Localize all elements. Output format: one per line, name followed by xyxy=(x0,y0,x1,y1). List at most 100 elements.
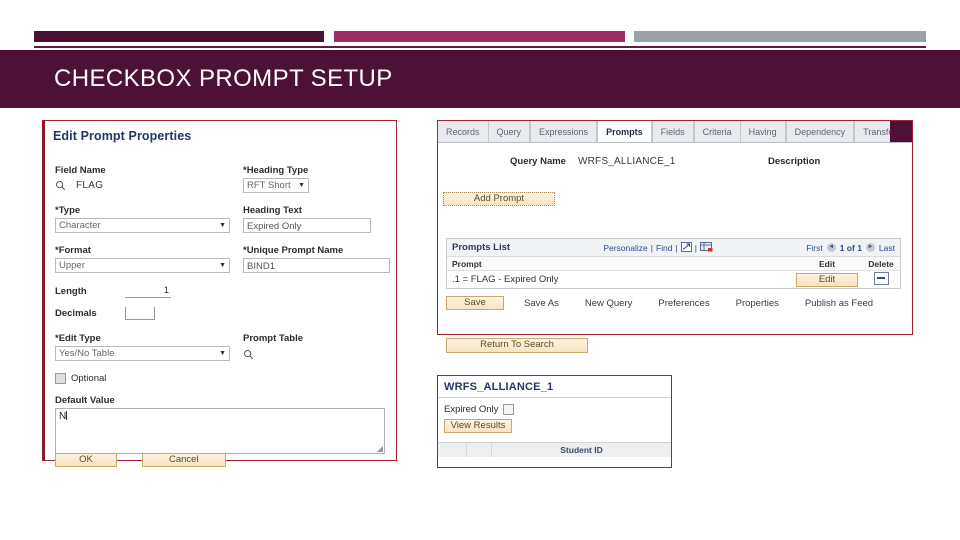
view-results-button[interactable]: View Results xyxy=(444,419,512,433)
edit-prompt-properties-header: Edit Prompt Properties xyxy=(53,129,192,143)
text-caret xyxy=(66,411,68,420)
table-row: .1 = FLAG - Expired Only Edit xyxy=(447,271,900,288)
slide: CHECKBOX PROMPT SETUP Edit Prompt Proper… xyxy=(0,0,960,540)
preferences-link[interactable]: Preferences xyxy=(658,298,709,309)
separator: | xyxy=(675,242,678,253)
results-col-student-id: Student ID xyxy=(492,443,671,457)
return-to-search-button[interactable]: Return To Search xyxy=(446,338,588,353)
length-label: Length xyxy=(55,286,87,297)
optional-label: Optional xyxy=(71,373,107,384)
tab-label: Transform xyxy=(863,126,904,137)
find-link[interactable]: Find xyxy=(656,243,673,253)
prompts-list-title: Prompts List xyxy=(452,242,511,253)
heading-text-group: Heading Text Expired Only xyxy=(243,205,401,233)
format-group: *Format Upper ▼ xyxy=(55,245,230,273)
prompts-list-toolbar: Personalize | Find | | xyxy=(603,241,713,254)
magnifier-icon[interactable] xyxy=(55,180,66,191)
description-label: Description xyxy=(768,156,821,167)
separator: | xyxy=(694,242,697,253)
column-header-prompt: Prompt xyxy=(452,258,482,269)
previous-arrow-icon[interactable]: ◄ xyxy=(826,243,836,252)
accent-rule xyxy=(34,46,926,48)
last-link[interactable]: Last xyxy=(879,243,895,253)
cancel-button[interactable]: Cancel xyxy=(141,453,226,467)
tab-label: Expressions xyxy=(539,126,589,137)
save-as-link[interactable]: Save As xyxy=(524,298,559,309)
title-band: CHECKBOX PROMPT SETUP xyxy=(0,50,960,108)
heading-type-select[interactable]: RFT Short ▼ xyxy=(243,178,309,193)
column-header-edit: Edit xyxy=(818,258,836,269)
tab-dependency[interactable]: Dependency xyxy=(787,121,856,142)
prompt-cell: .1 = FLAG - Expired Only xyxy=(452,274,559,285)
query-name-value: WRFS_ALLIANCE_1 xyxy=(578,156,676,167)
personalize-link[interactable]: Personalize xyxy=(603,243,647,253)
download-spreadsheet-icon[interactable] xyxy=(699,241,713,254)
default-value-textarea[interactable]: N ◢ xyxy=(55,408,385,454)
tab-label: Fields xyxy=(660,126,685,137)
chevron-down-icon: ▼ xyxy=(298,182,305,189)
tab-label: Criteria xyxy=(702,126,732,137)
query-name-label: Query Name xyxy=(510,156,566,167)
page-indicator: 1 of 1 xyxy=(839,242,862,253)
tab-expressions[interactable]: Expressions xyxy=(531,121,599,142)
accent-bar-gray xyxy=(634,31,926,42)
query-name-row: Query Name WRFS_ALLIANCE_1 Description xyxy=(438,156,912,174)
runtime-checkbox-row: Expired Only xyxy=(438,398,671,415)
tab-label: Dependency xyxy=(794,126,846,137)
first-link[interactable]: First xyxy=(806,243,823,253)
type-value: Character xyxy=(59,220,101,231)
tab-fields[interactable]: Fields xyxy=(653,121,695,142)
tab-transform[interactable]: Transform xyxy=(855,121,912,142)
tab-label: Query xyxy=(496,126,522,137)
format-select[interactable]: Upper ▼ xyxy=(55,258,230,273)
default-value-group: Default Value N ◢ xyxy=(55,395,385,454)
page-title: CHECKBOX PROMPT SETUP xyxy=(54,65,393,92)
tab-criteria[interactable]: Criteria xyxy=(695,121,741,142)
unique-prompt-name-input[interactable]: BIND1 xyxy=(243,258,390,273)
prompts-list-columns: Prompt Edit Delete xyxy=(447,257,900,271)
runtime-prompt-panel: WRFS_ALLIANCE_1 Expired Only View Result… xyxy=(437,375,672,468)
view-all-icon[interactable] xyxy=(680,241,692,254)
decimals-label: Decimals xyxy=(55,308,97,319)
default-value-text: N xyxy=(59,411,67,422)
query-manager-panel: Records Query Expressions Prompts Fields… xyxy=(437,120,913,353)
resize-grip-icon[interactable]: ◢ xyxy=(377,445,383,453)
length-group: Length 1 xyxy=(55,285,230,298)
tab-query[interactable]: Query xyxy=(489,121,532,142)
tab-having[interactable]: Having xyxy=(741,121,787,142)
publish-as-feed-link[interactable]: Publish as Feed xyxy=(805,298,873,309)
edit-type-select[interactable]: Yes/No Table ▼ xyxy=(55,346,230,361)
decimals-input[interactable] xyxy=(125,307,155,320)
length-input[interactable]: 1 xyxy=(125,285,171,298)
default-value-label: Default Value xyxy=(55,395,115,406)
type-select[interactable]: Character ▼ xyxy=(55,218,230,233)
save-button[interactable]: Save xyxy=(446,296,504,310)
delete-minus-icon[interactable] xyxy=(873,271,889,285)
prompt-table-magnifier-icon[interactable] xyxy=(243,349,254,360)
dialog-buttons: OK Cancel xyxy=(55,453,385,467)
ok-button[interactable]: OK xyxy=(55,453,117,467)
heading-text-input[interactable]: Expired Only xyxy=(243,218,371,233)
heading-text-label: Heading Text xyxy=(243,205,302,216)
tab-records[interactable]: Records xyxy=(438,121,489,142)
new-query-link[interactable]: New Query xyxy=(585,298,633,309)
next-arrow-icon[interactable]: ► xyxy=(865,243,875,252)
runtime-prompt-title: WRFS_ALLIANCE_1 xyxy=(438,376,671,398)
add-prompt-button[interactable]: Add Prompt xyxy=(443,192,555,206)
results-col-2 xyxy=(467,443,492,457)
edit-button[interactable]: Edit xyxy=(796,272,858,287)
edit-type-label: *Edit Type xyxy=(55,333,101,344)
edit-type-group: *Edit Type Yes/No Table ▼ xyxy=(55,333,230,361)
tab-prompts[interactable]: Prompts xyxy=(598,121,653,142)
separator: | xyxy=(650,242,653,253)
properties-link[interactable]: Properties xyxy=(736,298,779,309)
expired-only-checkbox[interactable] xyxy=(503,404,515,415)
optional-checkbox[interactable] xyxy=(55,373,66,384)
decimals-group: Decimals xyxy=(55,307,230,320)
results-table-header: Student ID xyxy=(438,442,671,457)
query-action-row: Save Save As New Query Preferences Prope… xyxy=(446,296,873,310)
results-col-1 xyxy=(438,443,467,457)
heading-type-label: *Heading Type xyxy=(243,165,309,176)
prompts-list-header: Prompts List Personalize | Find | | Firs… xyxy=(447,239,900,257)
edit-prompt-properties-panel: Edit Prompt Properties Field Name FLAG *… xyxy=(42,120,397,467)
